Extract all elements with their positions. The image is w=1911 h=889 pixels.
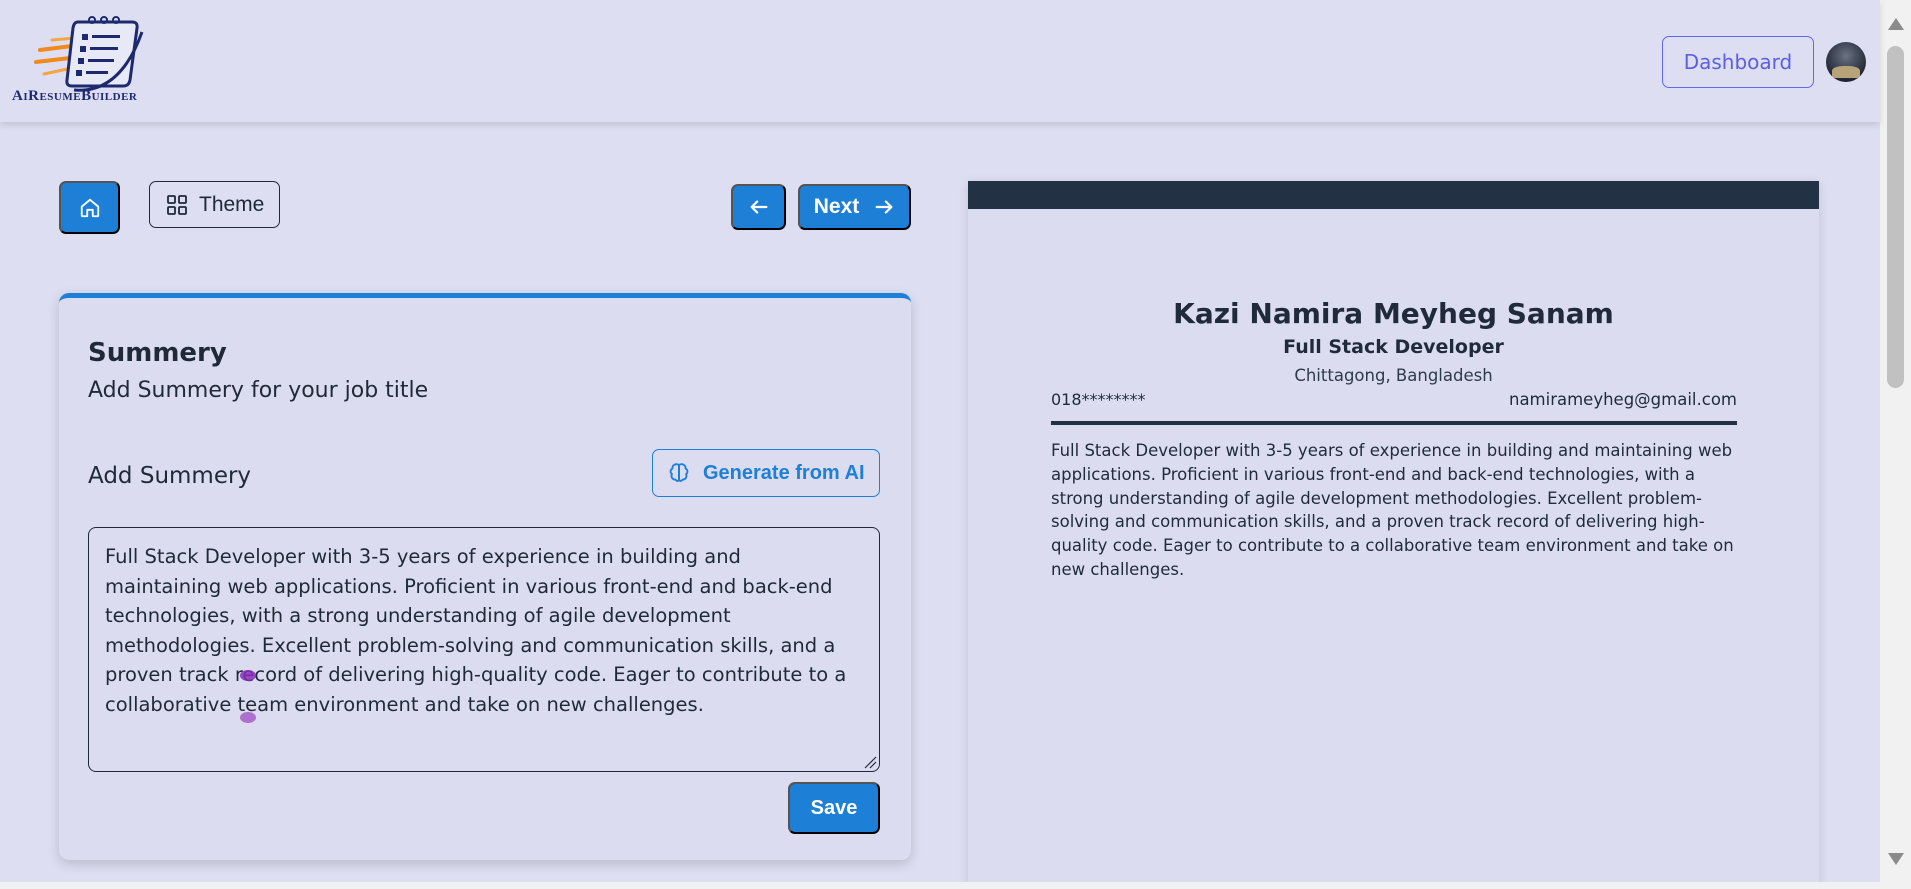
arrow-right-icon <box>875 200 893 214</box>
previous-button[interactable] <box>731 184 786 230</box>
text-cursor-handle-icon[interactable] <box>240 670 256 681</box>
logo-text: AiResumeBuilder <box>12 88 138 104</box>
resume-location: Chittagong, Bangladesh <box>1294 366 1493 385</box>
form-title: Summery <box>88 338 227 368</box>
resize-handle-icon[interactable] <box>863 755 877 769</box>
resume-theme-bar <box>968 181 1819 209</box>
app-header: AiResumeBuilder Dashboard <box>0 0 1880 122</box>
resume-divider <box>1051 421 1737 425</box>
scrollbar-thumb[interactable] <box>1887 46 1904 388</box>
dashboard-button[interactable]: Dashboard <box>1662 36 1814 88</box>
text-cursor-handle-icon[interactable] <box>240 712 256 723</box>
brain-icon <box>669 463 689 482</box>
theme-button[interactable]: Theme <box>149 181 280 228</box>
home-button[interactable] <box>59 181 120 234</box>
scroll-down-icon[interactable] <box>1888 853 1904 865</box>
next-button[interactable]: Next <box>798 184 911 230</box>
resume-name: Kazi Namira Meyheg Sanam <box>1173 297 1614 330</box>
generate-from-ai-button[interactable]: Generate from AI <box>652 449 880 497</box>
page-scrollbar[interactable] <box>1880 0 1911 889</box>
summary-textarea[interactable]: Full Stack Developer with 3-5 years of e… <box>88 527 880 772</box>
scroll-up-icon[interactable] <box>1888 18 1904 30</box>
next-label: Next <box>813 195 860 218</box>
form-subtitle: Add Summery for your job title <box>88 378 429 403</box>
resume-job-title: Full Stack Developer <box>1283 336 1504 358</box>
user-avatar[interactable] <box>1826 42 1866 82</box>
summary-form-card: Summery Add Summery for your job title A… <box>59 293 911 860</box>
theme-label: Theme <box>199 192 265 216</box>
resume-preview: Kazi Namira Meyheg Sanam Full Stack Deve… <box>968 181 1819 889</box>
home-icon <box>80 198 99 217</box>
resume-email: namirameyheg@gmail.com <box>1508 390 1737 409</box>
generate-label: Generate from AI <box>703 461 865 484</box>
layout-grid-icon <box>167 194 187 215</box>
save-button[interactable]: Save <box>788 782 880 834</box>
resume-summary: Full Stack Developer with 3-5 years of e… <box>1051 441 1734 579</box>
arrow-left-icon <box>750 200 767 214</box>
checklist-logo-icon <box>34 16 144 92</box>
summary-field-label: Add Summery <box>88 463 252 489</box>
page-bottom-edge <box>0 882 1880 889</box>
resume-phone: 018******** <box>1051 390 1146 409</box>
